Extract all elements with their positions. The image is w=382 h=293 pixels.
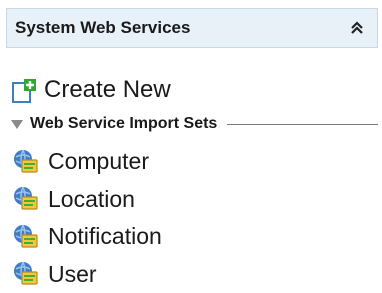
create-new-link[interactable]: Create New [10,76,171,104]
list-item-location[interactable]: Location [12,181,162,219]
list-item-notification[interactable]: Notification [12,218,162,256]
web-service-icon [12,260,40,288]
web-service-icon [12,185,40,213]
section-label: Web Service Import Sets [30,115,217,133]
list-item-label: Notification [48,223,162,250]
list-item-computer[interactable]: Computer [12,143,162,181]
list-item-label: Computer [48,148,149,175]
web-service-icon [12,223,40,251]
list-item-user[interactable]: User [12,256,162,293]
panel-header: System Web Services [6,8,378,48]
panel-title: System Web Services [15,18,340,38]
create-new-label: Create New [44,76,171,104]
list-item-label: Location [48,186,135,213]
section-divider [227,124,378,125]
collapse-button[interactable] [340,11,374,45]
import-set-list: Computer Location Notification User [12,143,162,293]
triangle-down-icon [10,118,24,130]
section-web-service-import-sets[interactable]: Web Service Import Sets [10,113,378,135]
double-chevron-up-icon [350,20,364,36]
web-service-icon [12,148,40,176]
new-document-plus-icon [10,76,38,104]
